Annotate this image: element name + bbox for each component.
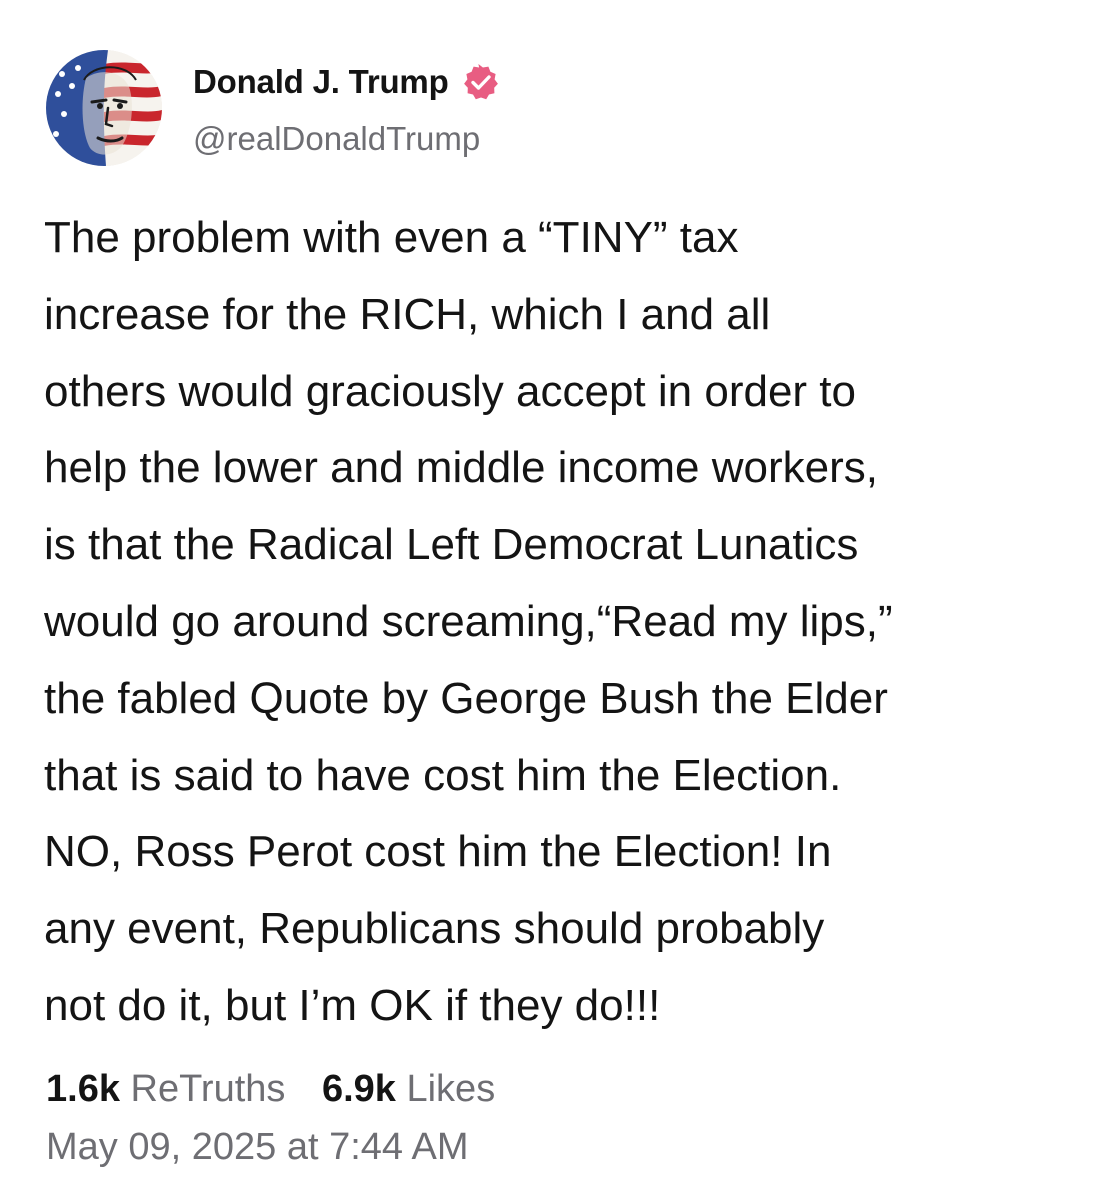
author-display-name[interactable]: Donald J. Trump <box>193 63 449 101</box>
verified-badge-icon <box>461 62 501 102</box>
post-body-line: any event, Republicans should probably <box>44 904 825 954</box>
author-handle[interactable]: @realDonaldTrump <box>193 120 480 158</box>
post-body-line: The problem with even a “TINY” tax <box>44 213 739 262</box>
post-body-line: increase for the RICH, which I and all <box>44 289 771 339</box>
post-stats: 1.6k ReTruths 6.9k Likes <box>46 1064 521 1114</box>
post-body-line: not do it, but I’m OK if they do!!! <box>44 980 661 1030</box>
post-body-line: help the lower and middle income workers… <box>44 443 878 493</box>
post-body-line: the fabled Quote by George Bush the Elde… <box>44 673 888 723</box>
post-timestamp[interactable]: May 09, 2025 at 7:44 AM <box>46 1122 469 1172</box>
retruths-count: 1.6k <box>46 1068 120 1110</box>
post-body: The problem with even a “TINY” tax incre… <box>44 200 1074 1045</box>
likes-count: 6.9k <box>321 1068 396 1110</box>
post-body-line: that is said to have cost him the Electi… <box>44 750 842 800</box>
post-body-line: would go around screaming,“Read my lips,… <box>44 596 893 646</box>
retruths-label: ReTruths <box>130 1068 286 1110</box>
post-body-line: is that the Radical Left Democrat Lunati… <box>44 520 859 570</box>
truth-post: Donald J. Trump @realDonaldTrump The pro… <box>0 0 1106 1200</box>
post-body-line: NO, Ross Perot cost him the Election! In <box>44 827 832 877</box>
profile-portrait-flag-icon <box>46 50 162 166</box>
retruths-stat[interactable]: 1.6k ReTruths <box>46 1068 285 1110</box>
avatar[interactable] <box>46 50 162 166</box>
likes-stat[interactable]: 6.9k Likes <box>322 1068 495 1110</box>
post-body-line: others would graciously accept in order … <box>44 366 856 416</box>
likes-label: Likes <box>406 1068 496 1110</box>
author-name-row: Donald J. Trump <box>193 60 501 104</box>
